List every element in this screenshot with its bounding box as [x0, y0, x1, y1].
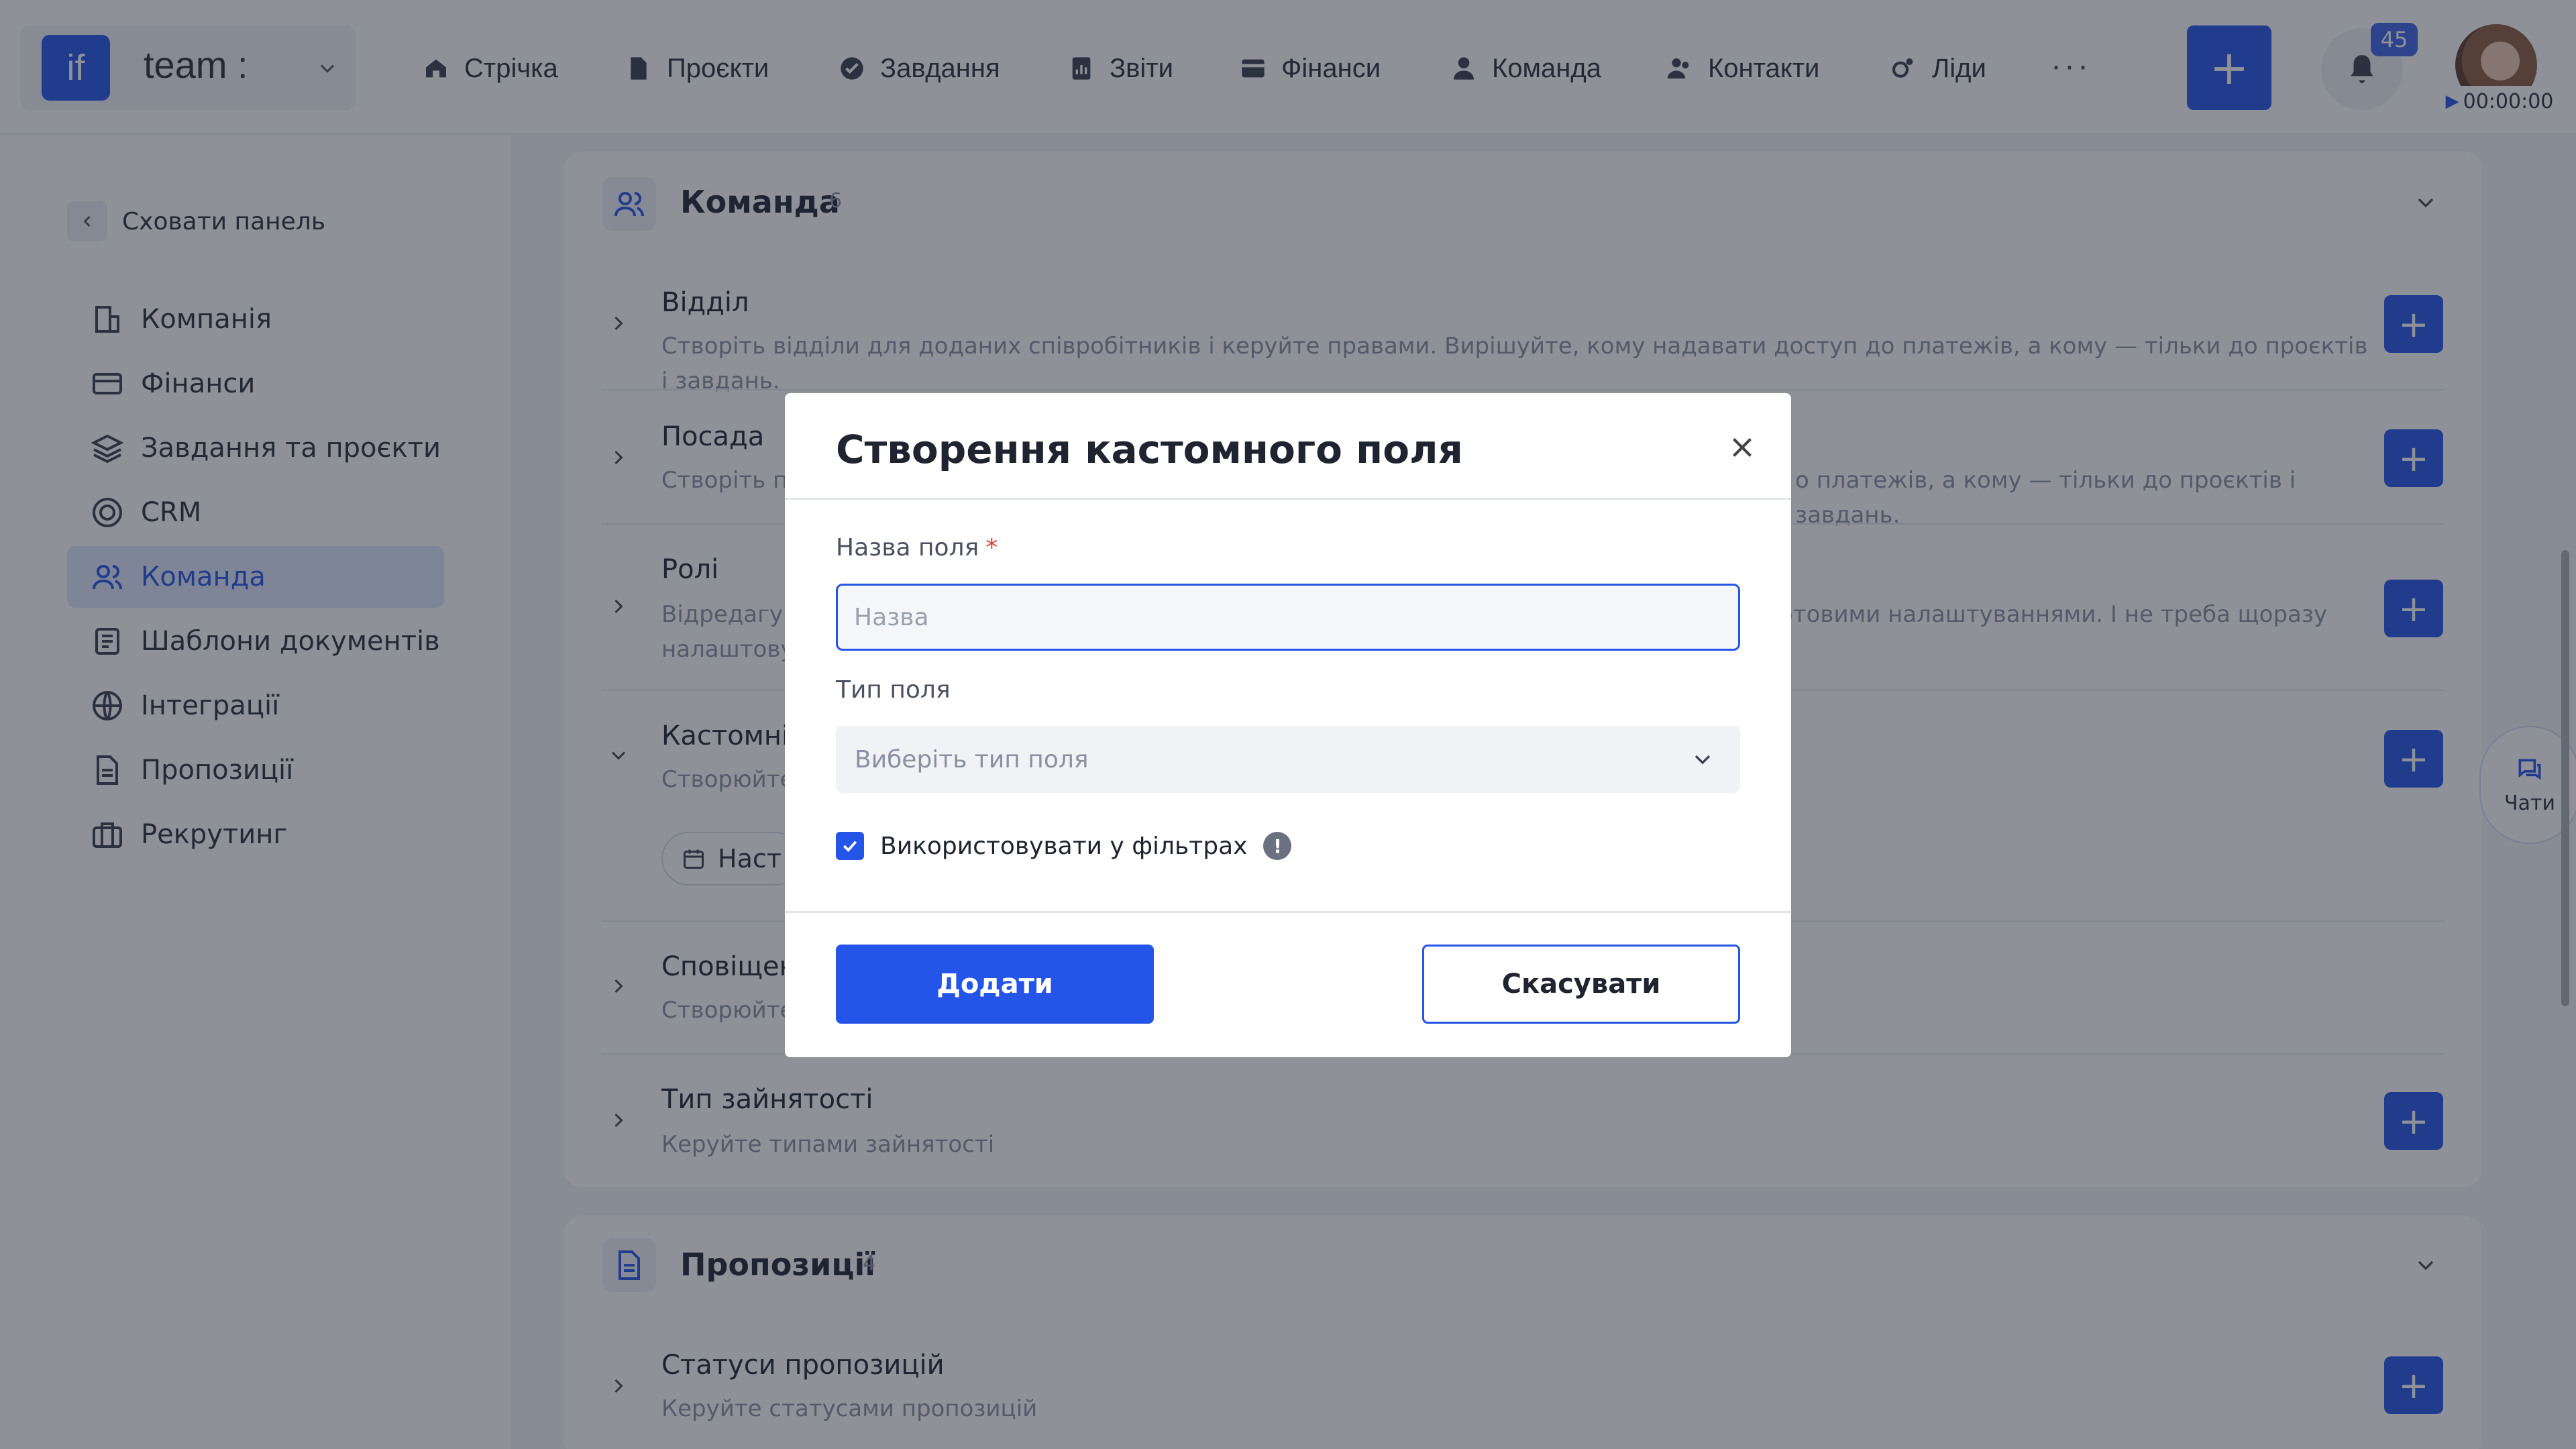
cancel-button[interactable]: Скасувати — [1422, 945, 1740, 1024]
field-type-label: Тип поля — [836, 676, 951, 704]
field-type-placeholder: Виберіть тип поля — [855, 745, 1089, 773]
checkmark-icon — [843, 841, 857, 852]
field-name-input[interactable] — [836, 584, 1740, 651]
create-custom-field-dialog: Створення кастомного поля Назва поля* Ти… — [785, 393, 1791, 1057]
dialog-footer-divider — [785, 911, 1791, 913]
dialog-header-divider — [785, 498, 1791, 500]
chevron-down-icon — [1695, 755, 1711, 765]
use-in-filters-checkbox[interactable] — [836, 832, 864, 860]
add-button[interactable]: Додати — [836, 945, 1154, 1024]
field-name-label: Назва поля * — [836, 534, 998, 561]
field-name-label-text: Назва поля — [836, 534, 979, 561]
use-in-filters-label: Використовувати у фільтрах — [880, 832, 1248, 860]
field-type-select[interactable]: Виберіть тип поля — [836, 726, 1740, 793]
info-icon[interactable]: ! — [1263, 832, 1292, 860]
close-icon[interactable] — [1725, 431, 1759, 464]
dialog-title: Створення кастомного поля — [836, 427, 1463, 472]
use-in-filters-row: Використовувати у фільтрах ! — [836, 832, 1292, 860]
required-mark: * — [985, 534, 998, 561]
